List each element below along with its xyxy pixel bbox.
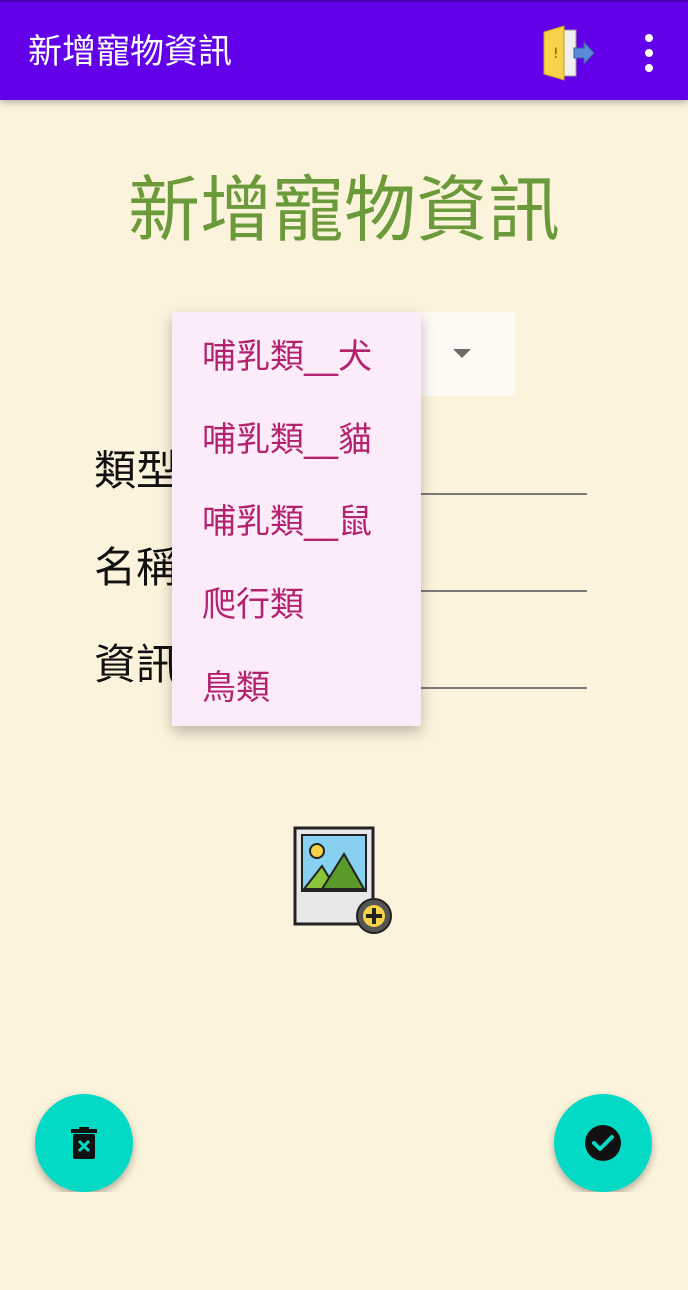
dropdown-option-bird[interactable]: 鳥類 <box>172 643 421 726</box>
app-bar-title: 新增寵物資訊 <box>28 32 232 72</box>
exit-door-icon: ! <box>543 25 595 81</box>
image-picker-button[interactable] <box>292 824 396 936</box>
type-dropdown-menu: 哺乳類__犬 哺乳類__貓 哺乳類__鼠 爬行類 鳥類 <box>172 312 421 726</box>
exit-button[interactable]: ! <box>536 22 598 84</box>
dropdown-option-rodent[interactable]: 哺乳類__鼠 <box>172 478 421 561</box>
more-vert-icon <box>645 34 653 42</box>
overflow-menu-button[interactable] <box>628 28 670 78</box>
dropdown-option-reptile[interactable]: 爬行類 <box>172 560 421 643</box>
bottom-area <box>0 1192 688 1290</box>
delete-icon <box>71 1127 97 1159</box>
dropdown-option-cat[interactable]: 哺乳類__貓 <box>172 395 421 478</box>
svg-text:!: ! <box>553 46 559 62</box>
type-field[interactable] <box>420 493 587 495</box>
confirm-button[interactable] <box>554 1094 652 1192</box>
dropdown-arrow-icon <box>453 349 471 358</box>
name-label: 名稱 <box>94 543 179 592</box>
name-field[interactable] <box>420 590 587 592</box>
delete-button[interactable] <box>35 1094 133 1192</box>
page-title: 新增寵物資訊 <box>127 168 560 252</box>
info-field[interactable] <box>420 687 587 689</box>
app-bar: 新增寵物資訊 ! <box>0 0 688 100</box>
info-label: 資訊 <box>94 640 179 689</box>
type-label: 類型 <box>94 446 179 495</box>
check-circle-icon <box>585 1125 621 1161</box>
dropdown-option-dog[interactable]: 哺乳類__犬 <box>172 312 421 395</box>
add-image-icon <box>293 826 392 934</box>
